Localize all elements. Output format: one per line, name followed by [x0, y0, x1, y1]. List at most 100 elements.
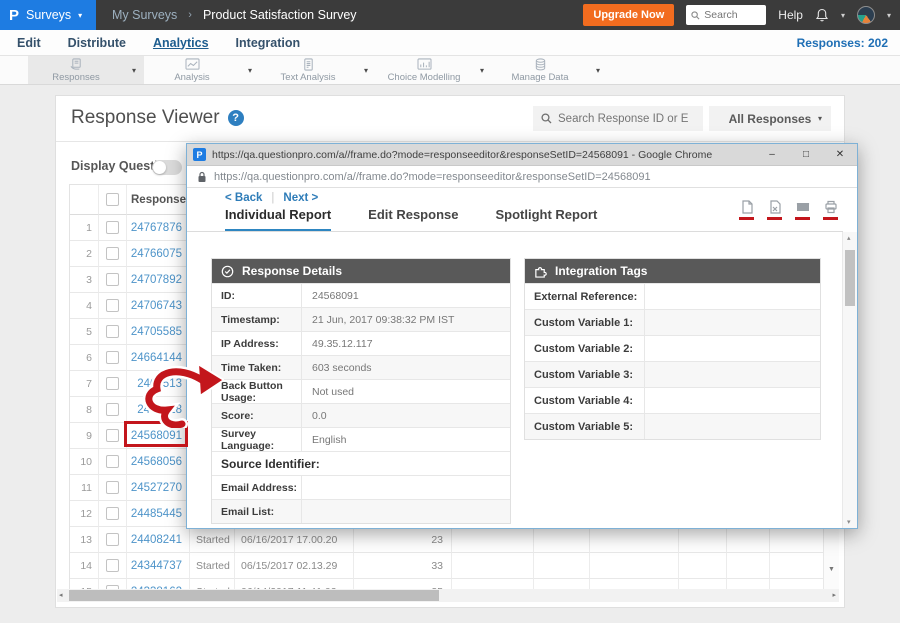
- pipe-separator: |: [271, 192, 274, 204]
- toolbar-analysis[interactable]: Analysis ▾: [144, 56, 260, 84]
- tab-integration[interactable]: Integration: [236, 36, 301, 50]
- export-pdf-button[interactable]: [739, 200, 754, 220]
- chevron-down-icon[interactable]: ▾: [887, 11, 891, 20]
- response-id-link[interactable]: 24706743: [127, 293, 190, 319]
- chevron-down-icon[interactable]: ▾: [841, 11, 845, 20]
- tab-edit-response[interactable]: Edit Response: [368, 207, 458, 232]
- help-icon[interactable]: ?: [228, 110, 244, 126]
- scroll-up-icon[interactable]: ▴: [847, 234, 851, 242]
- response-id-link[interactable]: 24338162: [127, 579, 190, 589]
- popup-vertical-scrollbar[interactable]: ▴ ▾: [842, 232, 857, 528]
- scrollbar-thumb[interactable]: [69, 590, 439, 601]
- row-checkbox[interactable]: [106, 559, 119, 572]
- manage-data-icon: [533, 58, 548, 71]
- tab-edit[interactable]: Edit: [17, 36, 41, 50]
- export-excel-button[interactable]: [767, 200, 782, 220]
- chevron-down-icon[interactable]: ▾: [588, 66, 608, 75]
- chevron-down-icon[interactable]: ▾: [124, 66, 144, 75]
- scrollbar-thumb[interactable]: [845, 250, 855, 306]
- analytics-toolbar: Responses ▾ Analysis ▾ Text Analysis ▾ C…: [0, 56, 900, 85]
- row-checkbox[interactable]: [106, 221, 119, 234]
- response-id-header[interactable]: Response ID▲: [127, 185, 190, 215]
- product-switcher[interactable]: P Surveys ▾: [0, 0, 96, 30]
- response-id-link[interactable]: 24707892: [127, 267, 190, 293]
- response-search-input[interactable]: [558, 113, 688, 125]
- avatar[interactable]: [857, 6, 875, 24]
- maximize-button[interactable]: □: [789, 144, 823, 165]
- toolbar-label: Manage Data: [511, 72, 568, 83]
- tab-analytics[interactable]: Analytics: [153, 36, 209, 50]
- next-link[interactable]: Next >: [283, 192, 318, 204]
- chevron-down-icon[interactable]: ▾: [240, 66, 260, 75]
- table-row: 1524338162Started06/14/2017 11.41.0235: [70, 579, 823, 589]
- row-checkbox[interactable]: [106, 273, 119, 286]
- toolbar-choice-modelling[interactable]: Choice Modelling ▾: [376, 56, 492, 84]
- close-button[interactable]: ✕: [823, 144, 857, 165]
- help-link[interactable]: Help: [778, 8, 803, 22]
- response-id-link[interactable]: 24766075: [127, 241, 190, 267]
- row-checkbox[interactable]: [106, 351, 119, 364]
- annotation-arrow-icon: [138, 364, 224, 428]
- response-filter-dropdown[interactable]: All Responses ▾: [709, 106, 831, 131]
- row-checkbox[interactable]: [106, 481, 119, 494]
- row-checkbox[interactable]: [106, 429, 119, 442]
- breadcrumb-my-surveys[interactable]: My Surveys: [112, 8, 177, 22]
- toolbar-text-analysis[interactable]: Text Analysis ▾: [260, 56, 376, 84]
- tab-distribute[interactable]: Distribute: [68, 36, 126, 50]
- divider: [187, 231, 843, 232]
- row-checkbox[interactable]: [106, 377, 119, 390]
- minimize-button[interactable]: –: [755, 144, 789, 165]
- scroll-right-icon[interactable]: ▸: [832, 591, 836, 599]
- screen: P Surveys ▾ My Surveys › Product Satisfa…: [0, 0, 900, 623]
- detail-row: Back Button Usage:Not used: [212, 379, 510, 403]
- detail-row: Email Address:: [212, 475, 510, 499]
- response-id-link[interactable]: 24705585: [127, 319, 190, 345]
- display-questions-toggle[interactable]: [152, 160, 182, 175]
- row-checkbox[interactable]: [106, 247, 119, 260]
- scroll-down-icon[interactable]: ▼: [828, 566, 835, 573]
- detail-row: IP Address:49.35.12.117: [212, 331, 510, 355]
- row-checkbox[interactable]: [106, 325, 119, 338]
- toolbar-responses[interactable]: Responses ▾: [28, 56, 144, 84]
- response-id-link[interactable]: 24408241: [127, 527, 190, 553]
- tab-spotlight-report[interactable]: Spotlight Report: [495, 207, 597, 232]
- table-horizontal-scrollbar[interactable]: ◂ ▸: [57, 589, 839, 602]
- responses-count-link[interactable]: Responses: 202: [797, 36, 888, 50]
- detail-row: Custom Variable 1:: [525, 309, 820, 335]
- tab-individual-report[interactable]: Individual Report: [225, 207, 331, 232]
- integration-tags-panel: Integration Tags External Reference: Cus…: [524, 258, 821, 440]
- row-checkbox[interactable]: [106, 533, 119, 546]
- product-menu-label[interactable]: Surveys: [26, 8, 71, 22]
- response-id-link[interactable]: 24485445: [127, 501, 190, 527]
- row-checkbox[interactable]: [106, 403, 119, 416]
- topbar-actions: Upgrade Now Help ▾ ▾: [583, 4, 900, 26]
- chevron-down-icon[interactable]: ▾: [472, 66, 492, 75]
- response-editor-window: P https://qa.questionpro.com/a//frame.do…: [186, 143, 858, 529]
- url-bar[interactable]: https://qa.questionpro.com/a//frame.do?m…: [187, 166, 857, 188]
- detail-row: External Reference:: [525, 283, 820, 309]
- response-id-link[interactable]: 24344737: [127, 553, 190, 579]
- global-search-input[interactable]: [704, 9, 760, 21]
- global-search[interactable]: [686, 5, 766, 25]
- response-id-link[interactable]: 24767876: [127, 215, 190, 241]
- check-circle-icon: [221, 265, 234, 278]
- chevron-down-icon[interactable]: ▾: [356, 66, 376, 75]
- detail-row: Custom Variable 4:: [525, 387, 820, 413]
- email-button[interactable]: [795, 200, 810, 220]
- response-details-header: Response Details: [212, 259, 510, 283]
- toolbar-manage-data[interactable]: Manage Data ▾: [492, 56, 608, 84]
- scroll-left-icon[interactable]: ◂: [59, 591, 63, 599]
- scroll-down-icon[interactable]: ▾: [847, 518, 851, 526]
- window-titlebar[interactable]: P https://qa.questionpro.com/a//frame.do…: [187, 144, 857, 166]
- response-search[interactable]: [533, 106, 703, 131]
- response-id-link[interactable]: 24527270: [127, 475, 190, 501]
- upgrade-now-button[interactable]: Upgrade Now: [583, 4, 674, 26]
- print-button[interactable]: [823, 200, 838, 220]
- select-all-checkbox[interactable]: [106, 193, 119, 206]
- notifications-bell-icon[interactable]: [815, 8, 829, 23]
- response-id-link[interactable]: 24568056: [127, 449, 190, 475]
- row-checkbox[interactable]: [106, 507, 119, 520]
- row-checkbox[interactable]: [106, 455, 119, 468]
- row-checkbox[interactable]: [106, 299, 119, 312]
- back-link[interactable]: < Back: [225, 192, 262, 204]
